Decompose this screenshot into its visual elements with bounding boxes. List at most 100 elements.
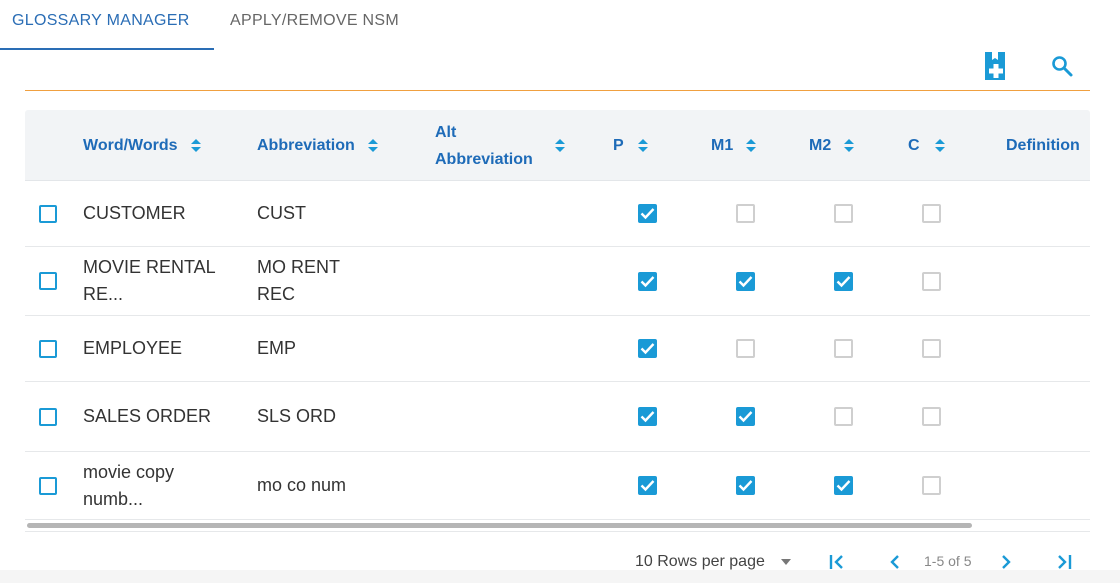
alt-abbreviation-cell — [435, 382, 575, 451]
sort-icon[interactable] — [554, 138, 566, 153]
m1-checkbox-cell[interactable] — [736, 181, 755, 246]
c-checkbox-cell[interactable] — [922, 452, 941, 519]
checked-checkbox-icon[interactable] — [736, 271, 755, 291]
m2-checkbox-cell[interactable] — [834, 181, 853, 246]
alt-abbreviation-cell — [435, 247, 575, 315]
p-checkbox-cell[interactable] — [638, 247, 657, 315]
checked-checkbox-icon[interactable] — [638, 271, 657, 291]
checkbox[interactable] — [39, 476, 57, 495]
add-document-icon[interactable] — [981, 51, 1009, 81]
sort-icon[interactable] — [190, 138, 202, 153]
p-checkbox-cell[interactable] — [638, 316, 657, 381]
abbreviation-cell: MO RENT REC — [257, 257, 340, 304]
m2-checkbox-cell[interactable] — [834, 316, 853, 381]
checkbox[interactable] — [39, 272, 57, 290]
row-select-checkbox[interactable] — [39, 316, 57, 381]
unchecked-checkbox-icon[interactable] — [922, 407, 941, 426]
horizontal-scrollbar[interactable] — [25, 522, 1090, 532]
word-cell: movie copy numb... — [83, 461, 175, 509]
abbreviation-cell: EMP — [257, 338, 297, 358]
definition-cell — [1006, 181, 1090, 246]
word-cell: EMPLOYEE — [83, 338, 183, 358]
tab-apply-remove-nsm[interactable]: APPLY/REMOVE NSM — [214, 0, 411, 50]
m1-checkbox-cell[interactable] — [736, 247, 755, 315]
table-header: Word/Words Abbreviation Alt Abbreviation… — [25, 110, 1090, 181]
sort-icon[interactable] — [934, 138, 946, 153]
unchecked-checkbox-icon[interactable] — [922, 339, 941, 358]
sort-icon[interactable] — [367, 138, 379, 153]
definition-cell — [1006, 452, 1090, 519]
checked-checkbox-icon[interactable] — [834, 271, 853, 291]
alt-abbreviation-cell — [435, 452, 575, 519]
p-checkbox-cell[interactable] — [638, 382, 657, 451]
c-checkbox-cell[interactable] — [922, 247, 941, 315]
page-info: 1-5 of 5 — [924, 553, 972, 569]
checkbox[interactable] — [39, 204, 57, 223]
checked-checkbox-icon[interactable] — [834, 476, 853, 495]
checked-checkbox-icon[interactable] — [736, 476, 755, 495]
column-header-definition[interactable]: Definition — [1006, 110, 1080, 181]
m2-checkbox-cell[interactable] — [834, 452, 853, 519]
m1-checkbox-cell[interactable] — [736, 452, 755, 519]
word-cell: MOVIE RENTAL RE... — [83, 257, 216, 304]
checkbox[interactable] — [39, 407, 57, 426]
definition-cell — [1006, 316, 1090, 381]
table-row[interactable]: movie copy numb... mo co num — [25, 452, 1090, 520]
table-body: CUSTOMER CUST MOVIE RENTAL RE... MO RENT RE… — [25, 181, 1090, 520]
c-checkbox-cell[interactable] — [922, 181, 941, 246]
c-checkbox-cell[interactable] — [922, 382, 941, 451]
checked-checkbox-icon[interactable] — [638, 407, 657, 426]
column-header-alt-abbreviation[interactable]: Alt Abbreviation — [435, 110, 575, 181]
table-row[interactable]: CUSTOMER CUST — [25, 181, 1090, 247]
definition-cell — [1006, 247, 1090, 315]
row-select-checkbox[interactable] — [39, 181, 57, 246]
checked-checkbox-icon[interactable] — [638, 476, 657, 495]
sort-icon[interactable] — [843, 138, 855, 153]
p-checkbox-cell[interactable] — [638, 181, 657, 246]
sort-icon[interactable] — [745, 138, 757, 153]
column-header-c[interactable]: C — [908, 110, 946, 181]
sort-icon[interactable] — [637, 138, 649, 153]
table-row[interactable]: SALES ORDER SLS ORD — [25, 382, 1090, 452]
unchecked-checkbox-icon[interactable] — [736, 339, 755, 358]
row-select-checkbox[interactable] — [39, 452, 57, 519]
m1-checkbox-cell[interactable] — [736, 382, 755, 451]
column-header-p[interactable]: P — [613, 110, 649, 181]
alt-abbreviation-cell — [435, 316, 575, 381]
table-row[interactable]: EMPLOYEE EMP — [25, 316, 1090, 382]
table-row[interactable]: MOVIE RENTAL RE... MO RENT REC — [25, 247, 1090, 316]
unchecked-checkbox-icon[interactable] — [834, 204, 853, 223]
checkbox[interactable] — [39, 339, 57, 358]
unchecked-checkbox-icon[interactable] — [834, 407, 853, 426]
m2-checkbox-cell[interactable] — [834, 382, 853, 451]
column-header-m1[interactable]: M1 — [711, 110, 757, 181]
checked-checkbox-icon[interactable] — [638, 339, 657, 358]
alt-abbreviation-cell — [435, 181, 575, 246]
chevron-down-icon — [780, 559, 791, 565]
tab-glossary-manager[interactable]: GLOSSARY MANAGER — [0, 0, 214, 50]
unchecked-checkbox-icon[interactable] — [736, 204, 755, 223]
c-checkbox-cell[interactable] — [922, 316, 941, 381]
definition-cell — [1006, 382, 1090, 451]
glossary-table: Word/Words Abbreviation Alt Abbreviation… — [25, 110, 1090, 520]
abbreviation-cell: mo co num — [257, 475, 347, 495]
unchecked-checkbox-icon[interactable] — [922, 476, 941, 495]
unchecked-checkbox-icon[interactable] — [834, 339, 853, 358]
m1-checkbox-cell[interactable] — [736, 316, 755, 381]
scrollbar-thumb[interactable] — [27, 523, 972, 528]
checked-checkbox-icon[interactable] — [638, 204, 657, 223]
row-select-checkbox[interactable] — [39, 247, 57, 315]
unchecked-checkbox-icon[interactable] — [922, 204, 941, 223]
column-header-word[interactable]: Word/Words — [83, 110, 202, 181]
search-icon[interactable] — [1048, 52, 1076, 80]
m2-checkbox-cell[interactable] — [834, 247, 853, 315]
column-header-abbreviation[interactable]: Abbreviation — [257, 110, 379, 181]
word-cell: CUSTOMER — [83, 203, 186, 223]
row-select-checkbox[interactable] — [39, 382, 57, 451]
checked-checkbox-icon[interactable] — [736, 407, 755, 426]
bottom-bar — [0, 570, 1120, 583]
toolbar-divider — [25, 90, 1090, 91]
column-header-m2[interactable]: M2 — [809, 110, 855, 181]
unchecked-checkbox-icon[interactable] — [922, 271, 941, 291]
p-checkbox-cell[interactable] — [638, 452, 657, 519]
